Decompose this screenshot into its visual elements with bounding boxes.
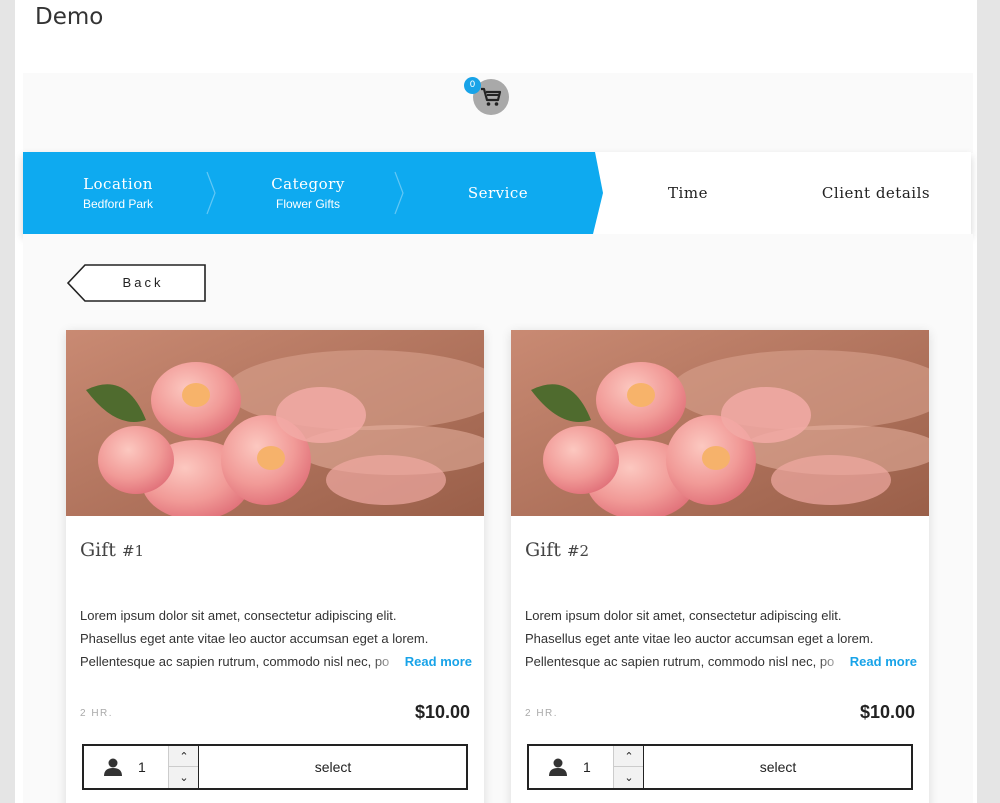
description-line: Lorem ipsum dolor sit amet, consectetur … [80, 608, 397, 623]
service-number: #1 [121, 542, 145, 560]
quantity-value[interactable]: 1 [138, 746, 146, 788]
chevron-down-icon[interactable]: ⌄ [614, 767, 644, 788]
person-icon [549, 758, 567, 776]
step-category-label: Category [271, 175, 345, 193]
booking-controls: 1 ⌃ ⌄ select [527, 744, 913, 790]
select-button[interactable]: select [643, 746, 912, 788]
back-button[interactable]: Back [67, 264, 207, 302]
read-more-link[interactable]: Read more [400, 650, 472, 673]
step-category[interactable]: Category Flower Gifts [213, 152, 403, 234]
step-client-details[interactable]: Client details [781, 152, 971, 234]
service-price: $10.00 [859, 702, 915, 722]
service-card: Gift #1 Lorem ipsum dolor sit amet, cons… [66, 330, 484, 803]
chevron-down-icon[interactable]: ⌄ [169, 767, 199, 788]
service-number: #2 [566, 542, 590, 560]
service-image [66, 330, 484, 516]
back-button-label: Back [122, 275, 164, 290]
service-title-text: Gift [525, 539, 561, 561]
service-duration: 2 HR. [80, 708, 114, 719]
step-category-value: Flower Gifts [275, 197, 340, 211]
description-line: Pellentesque ac sapien rutrum, commodo n… [80, 654, 390, 669]
booking-steps: Location Bedford Park Category Flower Gi… [23, 152, 971, 234]
step-location[interactable]: Location Bedford Park [23, 152, 213, 234]
step-location-label: Location [83, 175, 153, 193]
booking-controls: 1 ⌃ ⌄ select [82, 744, 468, 790]
description-line: Lorem ipsum dolor sit amet, consectetur … [525, 608, 842, 623]
service-title: Gift #2 [525, 539, 589, 561]
description-line: Pellentesque ac sapien rutrum, commodo n… [525, 654, 835, 669]
person-icon [104, 758, 122, 776]
page-title: Demo [35, 4, 104, 30]
service-duration: 2 HR. [525, 708, 559, 719]
select-button[interactable]: select [198, 746, 467, 788]
quantity-value[interactable]: 1 [583, 746, 591, 788]
service-price: $10.00 [414, 702, 470, 722]
step-location-value: Bedford Park [82, 197, 154, 211]
service-title-text: Gift [80, 539, 116, 561]
description-line: Phasellus eget ante vitae leo auctor acc… [525, 631, 874, 646]
description-line: Phasellus eget ante vitae leo auctor acc… [80, 631, 429, 646]
page: Demo 0 Location Bedford Park Category Fl… [15, 0, 977, 803]
cart-icon [481, 87, 502, 106]
service-description: Lorem ipsum dolor sit amet, consectetur … [80, 604, 472, 673]
step-client-details-label: Client details [821, 184, 931, 202]
quantity-stepper: ⌃ ⌄ [168, 746, 199, 788]
read-more-link[interactable]: Read more [845, 650, 917, 673]
step-time[interactable]: Time [593, 152, 783, 234]
chevron-up-icon[interactable]: ⌃ [169, 746, 199, 767]
step-service-label: Service [467, 184, 529, 202]
step-service[interactable]: Service [403, 152, 593, 234]
service-description: Lorem ipsum dolor sit amet, consectetur … [525, 604, 917, 673]
service-card: Gift #2 Lorem ipsum dolor sit amet, cons… [511, 330, 929, 803]
cart-count-badge: 0 [464, 77, 481, 94]
service-title: Gift #1 [80, 539, 144, 561]
chevron-up-icon[interactable]: ⌃ [614, 746, 644, 767]
quantity-stepper: ⌃ ⌄ [613, 746, 644, 788]
step-time-label: Time [668, 184, 708, 202]
service-image [511, 330, 929, 516]
